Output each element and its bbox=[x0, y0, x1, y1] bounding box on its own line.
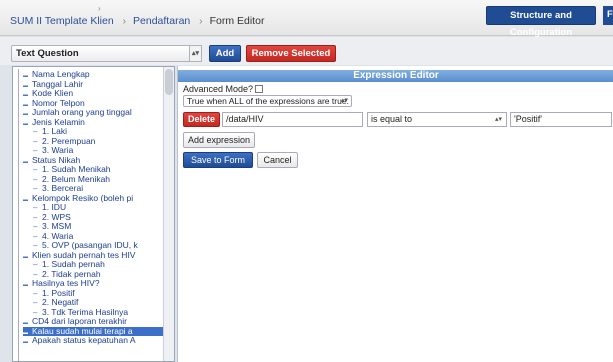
tree-item-label: Jenis Kelamin bbox=[32, 116, 85, 127]
tree-item-label: Jumlah orang yang tinggal bbox=[32, 107, 132, 117]
tree-guide-line bbox=[18, 69, 19, 361]
tree-item-label: CD4 dari laporan terakhir bbox=[32, 316, 127, 326]
mode-select-value: True when ALL of the expressions are tru… bbox=[187, 96, 349, 106]
tree-item-label: 1. Sudah Menikah bbox=[42, 164, 111, 174]
operator-value: is equal to bbox=[371, 114, 413, 124]
question-type-select[interactable]: Text Question ▴▾ bbox=[11, 45, 202, 62]
dash-icon: ▬ bbox=[23, 196, 28, 203]
dash-icon: – bbox=[33, 298, 38, 307]
chevron-updown-icon: ▴▾ bbox=[494, 116, 502, 123]
mode-select[interactable]: True when ALL of the expressions are tru… bbox=[183, 95, 352, 107]
next-tab-button[interactable]: F bbox=[603, 6, 613, 25]
dash-icon: – bbox=[33, 222, 38, 231]
tree-item-label: Kalau sudah mulai terapi a bbox=[32, 325, 133, 336]
dash-icon: – bbox=[33, 203, 38, 212]
chevron-updown-icon[interactable]: ▴▾ bbox=[189, 45, 202, 62]
dash-icon: – bbox=[33, 288, 38, 298]
operator-select[interactable]: is equal to ▴▾ bbox=[367, 112, 507, 127]
toolbar: Text Question ▴▾ Add Remove Selected bbox=[0, 37, 613, 65]
dash-icon: ▬ bbox=[23, 339, 28, 345]
advanced-mode-label: Advanced Mode? bbox=[183, 84, 254, 94]
tree-item-label: Status Nikah bbox=[32, 154, 81, 165]
dash-icon: – bbox=[33, 231, 38, 241]
tree-item-label: 3. MSM bbox=[42, 221, 72, 231]
breadcrumb: SUM II Template Klien › Pendaftaran › Fo… bbox=[10, 15, 264, 27]
expression-editor: Expression Editor Advanced Mode? True wh… bbox=[177, 66, 613, 362]
cancel-button[interactable]: Cancel bbox=[257, 152, 298, 168]
dash-icon: – bbox=[33, 212, 38, 222]
tree-item-label: 1. Positif bbox=[42, 287, 75, 298]
dash-icon: – bbox=[33, 136, 38, 146]
tree-scrollbar-thumb[interactable] bbox=[165, 69, 173, 95]
tree-item-label: Apakah status kepatuhan A bbox=[32, 335, 136, 345]
tree-item-label: 3. Bercerai bbox=[42, 183, 84, 193]
delete-expression-button[interactable]: Delete bbox=[183, 112, 220, 127]
tree-item-label: 4. Waria bbox=[42, 230, 74, 241]
path-input[interactable]: /data/HIV bbox=[222, 112, 363, 127]
dash-icon: ▬ bbox=[23, 120, 28, 127]
tree-question-item[interactable]: ▬ Apakah status kepatuhan A bbox=[23, 335, 164, 346]
dash-icon: ▬ bbox=[23, 282, 28, 288]
dash-icon: – bbox=[33, 174, 38, 184]
tree-item-label: 2. WPS bbox=[42, 211, 71, 222]
tree-scrollbar[interactable] bbox=[163, 67, 174, 361]
breadcrumb-section[interactable]: Pendaftaran bbox=[133, 15, 190, 27]
tree-item-label: Hasilnya tes HIV? bbox=[32, 278, 100, 288]
tree-item-label: 2. Negatif bbox=[42, 297, 79, 307]
dash-icon: – bbox=[33, 165, 38, 174]
tree-item-label: Klien sudah pernah tes HIV bbox=[32, 249, 136, 260]
tree-item-label: 3. Waria bbox=[42, 145, 74, 155]
dash-icon: – bbox=[33, 260, 38, 269]
checkbox-icon[interactable] bbox=[255, 85, 264, 93]
question-type-value: Text Question bbox=[16, 48, 79, 59]
tree-item-label: 2. Perempuan bbox=[42, 135, 96, 146]
tree-item-label: 2. Belum Menikah bbox=[42, 173, 111, 184]
top-bar: › SUM II Template Klien › Pendaftaran › … bbox=[0, 0, 613, 38]
tree-item-label: Tanggal Lahir bbox=[32, 78, 84, 89]
tree-item-label: Nomor Telpon bbox=[32, 97, 85, 108]
tree-item-label: 3. Tdk Terima Hasilnya bbox=[42, 306, 129, 317]
breadcrumb-current: Form Editor bbox=[209, 15, 265, 27]
add-expression-button[interactable]: Add expression bbox=[183, 132, 255, 148]
structure-config-button[interactable]: Structure and Configuration bbox=[486, 6, 596, 38]
tree-item-label: Kelompok Resiko (boleh pi bbox=[32, 192, 134, 203]
add-button[interactable]: Add bbox=[209, 45, 241, 62]
dash-icon: – bbox=[33, 127, 38, 136]
tree-item-label: 5. OVP (pasangan IDU, k bbox=[42, 240, 138, 250]
caret-icon: › bbox=[98, 4, 101, 13]
editor-title: Expression Editor bbox=[178, 70, 613, 82]
breadcrumb-home[interactable]: SUM II Template Klien bbox=[10, 15, 114, 27]
save-to-form-button[interactable]: Save to Form bbox=[183, 152, 253, 168]
remove-selected-button[interactable]: Remove Selected bbox=[246, 45, 336, 62]
dash-icon: ▬ bbox=[23, 158, 28, 165]
breadcrumb-separator: › bbox=[122, 15, 127, 27]
tree-item-label: 2. Tidak pernah bbox=[42, 268, 101, 279]
tree-item-label: 1. IDU bbox=[42, 202, 67, 212]
tree-item-label: 1. Laki bbox=[42, 126, 68, 136]
tree-item-label: Kode Klien bbox=[32, 88, 74, 98]
chevron-updown-icon: ▴▾ bbox=[340, 97, 348, 104]
tree-item-label: 1. Sudah pernah bbox=[42, 259, 105, 269]
dash-icon: ▬ bbox=[23, 253, 28, 260]
tree-item-label: Nama Lengkap bbox=[32, 69, 90, 79]
question-tree: ▬ Nama Lengkap ▬ Tanggal Lahir ▬ Kode Klien ▬ N… bbox=[12, 66, 175, 362]
value-input[interactable]: 'Positif' bbox=[510, 112, 612, 127]
advanced-mode: Advanced Mode? bbox=[183, 84, 264, 94]
breadcrumb-separator: › bbox=[199, 15, 203, 27]
